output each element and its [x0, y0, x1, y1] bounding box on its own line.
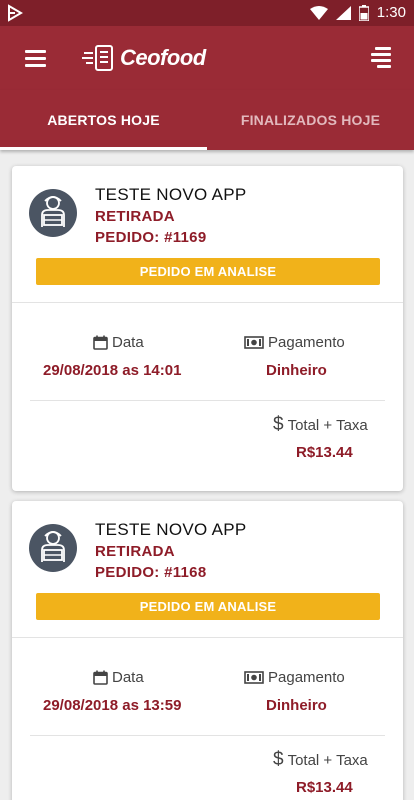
total-label-text: Total + Taxa — [287, 416, 368, 434]
order-date: 29/08/2018 as 13:59 — [43, 697, 182, 714]
status-button[interactable]: PEDIDO EM ANALISE — [36, 258, 380, 285]
calendar-icon — [93, 670, 108, 685]
tab-finalizados-hoje[interactable]: FINALIZADOS HOJE — [207, 90, 414, 150]
notification-icon — [8, 4, 23, 22]
order-card[interactable]: TESTE NOVO APP RETIRADA PEDIDO: #1168 PE… — [12, 501, 403, 800]
calendar-icon — [93, 335, 108, 350]
payment-method: Dinheiro — [266, 697, 327, 714]
date-label: Data — [93, 669, 144, 686]
date-label-text: Data — [112, 334, 144, 351]
date-label-text: Data — [112, 669, 144, 686]
payment-label: Pagamento — [244, 669, 345, 686]
money-icon — [244, 671, 264, 684]
payment-method: Dinheiro — [266, 362, 327, 379]
payment-label-text: Pagamento — [268, 334, 345, 351]
money-icon — [244, 336, 264, 349]
order-type: RETIRADA — [95, 543, 175, 560]
order-number: PEDIDO: #1169 — [95, 229, 207, 246]
total-label: $ Total + Taxa — [273, 749, 368, 771]
status-bar: 1:30 — [0, 0, 414, 26]
divider — [12, 637, 403, 638]
signal-icon — [335, 5, 351, 20]
customer-name: TESTE NOVO APP — [95, 185, 247, 204]
order-total: R$13.44 — [296, 444, 353, 461]
total-label-text: Total + Taxa — [287, 751, 368, 769]
order-type: RETIRADA — [95, 208, 175, 225]
divider — [30, 400, 385, 401]
date-label: Data — [93, 334, 144, 351]
logo-text: Ceofood — [120, 45, 206, 70]
payment-label: Pagamento — [244, 334, 345, 351]
filter-icon[interactable] — [368, 44, 394, 70]
app-logo: Ceofood — [82, 40, 206, 76]
order-number: PEDIDO: #1168 — [95, 564, 207, 581]
avatar-icon — [29, 524, 77, 572]
tab-abertos-hoje[interactable]: ABERTOS HOJE — [0, 90, 207, 150]
status-button[interactable]: PEDIDO EM ANALISE — [36, 593, 380, 620]
order-card[interactable]: TESTE NOVO APP RETIRADA PEDIDO: #1169 PE… — [12, 166, 403, 491]
customer-name: TESTE NOVO APP — [95, 520, 247, 539]
wifi-icon — [309, 5, 328, 20]
avatar-icon — [29, 189, 77, 237]
app-bar: Ceofood — [0, 26, 414, 90]
divider — [30, 735, 385, 736]
dollar-icon: $ — [273, 414, 284, 435]
divider — [12, 302, 403, 303]
logo-mark-icon — [82, 45, 113, 71]
dollar-icon: $ — [273, 749, 284, 770]
tab-bar: ABERTOS HOJE FINALIZADOS HOJE — [0, 90, 414, 150]
status-time: 1:30 — [376, 4, 406, 21]
order-list: TESTE NOVO APP RETIRADA PEDIDO: #1169 PE… — [0, 150, 414, 800]
order-date: 29/08/2018 as 14:01 — [43, 362, 182, 379]
payment-label-text: Pagamento — [268, 669, 345, 686]
menu-icon[interactable] — [22, 46, 50, 70]
total-label: $ Total + Taxa — [273, 414, 368, 436]
battery-icon — [358, 4, 369, 21]
order-total: R$13.44 — [296, 779, 353, 796]
